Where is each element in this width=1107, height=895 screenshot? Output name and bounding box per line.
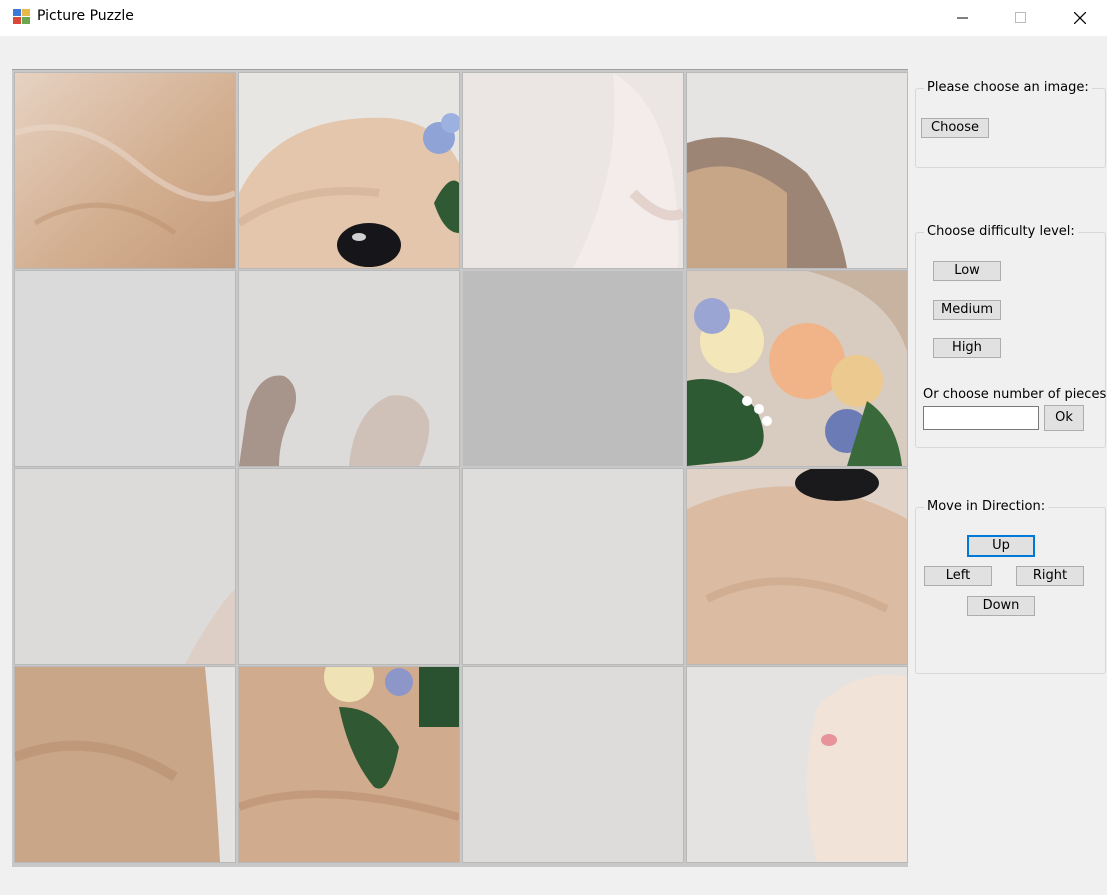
direction-group: Move in Direction: (915, 499, 1106, 674)
flower-crown-image (687, 271, 907, 466)
empty-tile (462, 270, 684, 467)
close-icon (1074, 12, 1086, 24)
background-image (463, 469, 683, 664)
pieces-label: Or choose number of pieces: (923, 387, 1107, 402)
down-button[interactable]: Down (967, 596, 1035, 616)
background-image (239, 469, 459, 664)
white-fur-image (463, 73, 683, 268)
rabbit-back-image (687, 73, 907, 268)
window-title: Picture Puzzle (37, 8, 134, 24)
rabbit-head-leaves-image (239, 667, 459, 862)
ok-button[interactable]: Ok (1044, 405, 1084, 431)
direction-group-title: Move in Direction: (924, 499, 1049, 514)
rabbit-ears-image (239, 271, 459, 466)
low-button[interactable]: Low (933, 261, 1001, 281)
puzzle-tile[interactable] (14, 468, 236, 665)
maximize-icon (1015, 12, 1026, 23)
close-button[interactable] (1057, 0, 1103, 36)
rabbit-eye-flower-image (239, 73, 459, 268)
pieces-input[interactable] (923, 406, 1039, 430)
fur-closeup-image (15, 73, 235, 268)
right-button[interactable]: Right (1016, 566, 1084, 586)
background-image (15, 271, 235, 466)
background-image (15, 469, 235, 664)
minimize-button[interactable] (940, 0, 986, 36)
left-button[interactable]: Left (924, 566, 992, 586)
puzzle-tile[interactable] (686, 72, 908, 269)
puzzle-tile[interactable] (462, 468, 684, 665)
puzzle-tile[interactable] (14, 270, 236, 467)
difficulty-group-title: Choose difficulty level: (924, 224, 1078, 239)
puzzle-tile[interactable] (238, 270, 460, 467)
puzzle-tile[interactable] (14, 666, 236, 863)
rabbit-side-image (15, 667, 235, 862)
app-puzzle-icon (13, 9, 30, 24)
puzzle-tile[interactable] (462, 72, 684, 269)
choose-button[interactable]: Choose (921, 118, 989, 138)
image-group-title: Please choose an image: (924, 80, 1092, 95)
minimize-icon (957, 17, 968, 19)
maximize-button[interactable] (998, 0, 1044, 36)
puzzle-tile[interactable] (462, 666, 684, 863)
puzzle-tile[interactable] (14, 72, 236, 269)
puzzle-tile[interactable] (686, 666, 908, 863)
puzzle-tile[interactable] (686, 270, 908, 467)
background-image (463, 667, 683, 862)
title-bar: Picture Puzzle (0, 0, 1107, 36)
rabbit-eye-fur-image (687, 469, 907, 664)
puzzle-tile[interactable] (238, 72, 460, 269)
puzzle-tile[interactable] (238, 468, 460, 665)
up-button[interactable]: Up (967, 535, 1035, 557)
puzzle-tile[interactable] (686, 468, 908, 665)
rabbit-nose-image (687, 667, 907, 862)
puzzle-board (12, 69, 908, 867)
medium-button[interactable]: Medium (933, 300, 1001, 320)
puzzle-tile[interactable] (238, 666, 460, 863)
high-button[interactable]: High (933, 338, 1001, 358)
